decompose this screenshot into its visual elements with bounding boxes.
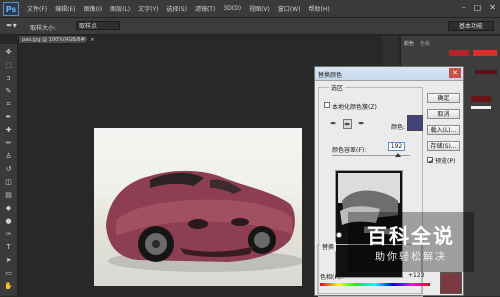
sample-size-select[interactable]: 取样点 xyxy=(76,21,120,30)
preview-label: 预览(P) xyxy=(435,158,456,165)
photoshop-logo: Ps xyxy=(3,1,19,16)
selection-group-label: 选区 xyxy=(329,83,346,92)
dodge-tool-icon[interactable]: ● xyxy=(3,217,14,226)
color-label: 颜色: xyxy=(391,124,406,131)
menu-help[interactable]: 帮助(H) xyxy=(309,4,330,13)
shape-tool-icon[interactable]: ▭ xyxy=(3,269,14,278)
swatches-panel-tab[interactable]: 色板 xyxy=(420,40,430,47)
window-controls: – □ ✕ xyxy=(462,3,496,12)
selection-radio[interactable] xyxy=(336,232,342,238)
fuzziness-input[interactable]: 192 xyxy=(388,142,405,151)
menu-bar: Ps 文件(F) 编辑(E) 图像(I) 图层(L) 文字(Y) 选择(S) 滤… xyxy=(0,0,500,18)
menu-file[interactable]: 文件(F) xyxy=(27,4,47,13)
toolbox: ✥ ⬚ ↄ ✎ ⌗ ✒ ✚ ✏ ♙ ↺ ◫ ▤ ◆ ● ✑ T ➤ ▭ ✋ xyxy=(0,44,18,296)
replace-group-label: 替换 xyxy=(320,242,337,251)
gradient-tool-icon[interactable]: ▤ xyxy=(3,191,14,200)
document-tab-label: pao.jpg @ 100%(RGB/8#) xyxy=(22,37,87,43)
menu-filter[interactable]: 滤镜(T) xyxy=(195,4,215,13)
load-button[interactable]: 载入(L)... xyxy=(427,125,460,135)
marquee-tool-icon[interactable]: ⬚ xyxy=(3,61,14,70)
cancel-button[interactable]: 取消 xyxy=(427,109,460,119)
dialog-close-button[interactable]: ✕ xyxy=(449,68,461,78)
menu-edit[interactable]: 编辑(E) xyxy=(55,4,75,13)
menu-window[interactable]: 窗口(W) xyxy=(278,4,301,13)
localized-clusters-checkbox[interactable] xyxy=(324,102,330,108)
hue-label: 色相(H): xyxy=(320,274,344,281)
ok-button[interactable]: 确定 xyxy=(427,93,460,103)
dialog-title: 替换颜色 xyxy=(318,72,343,79)
hue-value[interactable]: +123 xyxy=(408,272,424,279)
quick-select-tool-icon[interactable]: ✎ xyxy=(3,87,14,96)
menu-image[interactable]: 图像(I) xyxy=(84,4,102,13)
maximize-icon[interactable]: □ xyxy=(474,3,482,12)
close-tab-icon[interactable]: × xyxy=(90,37,94,43)
crop-tool-icon[interactable]: ⌗ xyxy=(3,100,14,109)
swatch-dark-red[interactable] xyxy=(475,70,497,74)
preview-checkbox[interactable] xyxy=(427,157,434,164)
menu-type[interactable]: 文字(Y) xyxy=(138,4,158,13)
image-canvas[interactable] xyxy=(94,128,304,286)
eraser-tool-icon[interactable]: ◫ xyxy=(3,178,14,187)
swatch-white[interactable] xyxy=(471,106,491,109)
type-tool-icon[interactable]: T xyxy=(3,243,14,252)
result-color-swatch[interactable] xyxy=(440,272,462,294)
eyedropper-icon[interactable]: ✒ xyxy=(3,113,14,122)
lasso-tool-icon[interactable]: ↄ xyxy=(3,74,14,83)
eyedropper-tool-icon[interactable]: ✒▾ xyxy=(6,21,22,31)
swatch-maroon[interactable] xyxy=(471,96,491,102)
eyedropper-icon[interactable]: ✒ xyxy=(329,119,338,129)
sampled-color-swatch[interactable] xyxy=(407,115,423,131)
clone-stamp-icon[interactable]: ♙ xyxy=(3,152,14,161)
hand-tool-icon[interactable]: ✋ xyxy=(3,282,14,291)
color-panel-tab[interactable]: 颜色 xyxy=(404,40,414,47)
menu-layer[interactable]: 图层(L) xyxy=(110,4,130,13)
move-tool-icon[interactable]: ✥ xyxy=(3,48,14,57)
car-photo xyxy=(106,170,304,272)
pen-tool-icon[interactable]: ✑ xyxy=(3,230,14,239)
document-tab[interactable]: pao.jpg @ 100%(RGB/8#) × xyxy=(18,35,95,44)
workspace-select[interactable]: 基本功能 xyxy=(448,21,494,31)
fuzziness-label: 颜色容差(F): xyxy=(332,147,367,154)
localized-clusters-label: 本地化颜色簇(Z) xyxy=(332,104,377,111)
sample-size-label: 取样大小: xyxy=(30,25,57,32)
options-bar: ✒▾ 取样大小: 取样点 基本功能 xyxy=(0,18,500,35)
menu-select[interactable]: 选择(S) xyxy=(166,4,187,13)
close-icon[interactable]: ✕ xyxy=(489,3,496,12)
blur-tool-icon[interactable]: ◆ xyxy=(3,204,14,213)
brush-tool-icon[interactable]: ✏ xyxy=(3,139,14,148)
menu-view[interactable]: 视图(V) xyxy=(249,4,270,13)
menu-3d[interactable]: 3D(D) xyxy=(223,5,241,12)
eyedropper-plus-icon[interactable]: ✒ xyxy=(343,119,352,129)
hue-slider-track[interactable] xyxy=(320,283,430,286)
dialog-titlebar[interactable]: 替换颜色 ✕ xyxy=(315,67,463,81)
save-button[interactable]: 存储(S)... xyxy=(427,141,460,151)
swatch-red[interactable] xyxy=(449,50,469,56)
minimize-icon[interactable]: – xyxy=(462,3,466,12)
swatch-bright-red[interactable] xyxy=(473,50,497,56)
watermark-title: 百科全说 xyxy=(367,224,455,248)
watermark: 百科全说 助你轻松解决 xyxy=(348,212,474,272)
eyedropper-minus-icon[interactable]: ✒ xyxy=(357,119,366,129)
history-brush-icon[interactable]: ↺ xyxy=(3,165,14,174)
watermark-subtitle: 助你轻松解决 xyxy=(375,252,447,263)
fuzziness-slider-handle[interactable] xyxy=(395,153,401,157)
healing-brush-icon[interactable]: ✚ xyxy=(3,126,14,135)
path-select-icon[interactable]: ➤ xyxy=(3,256,14,265)
